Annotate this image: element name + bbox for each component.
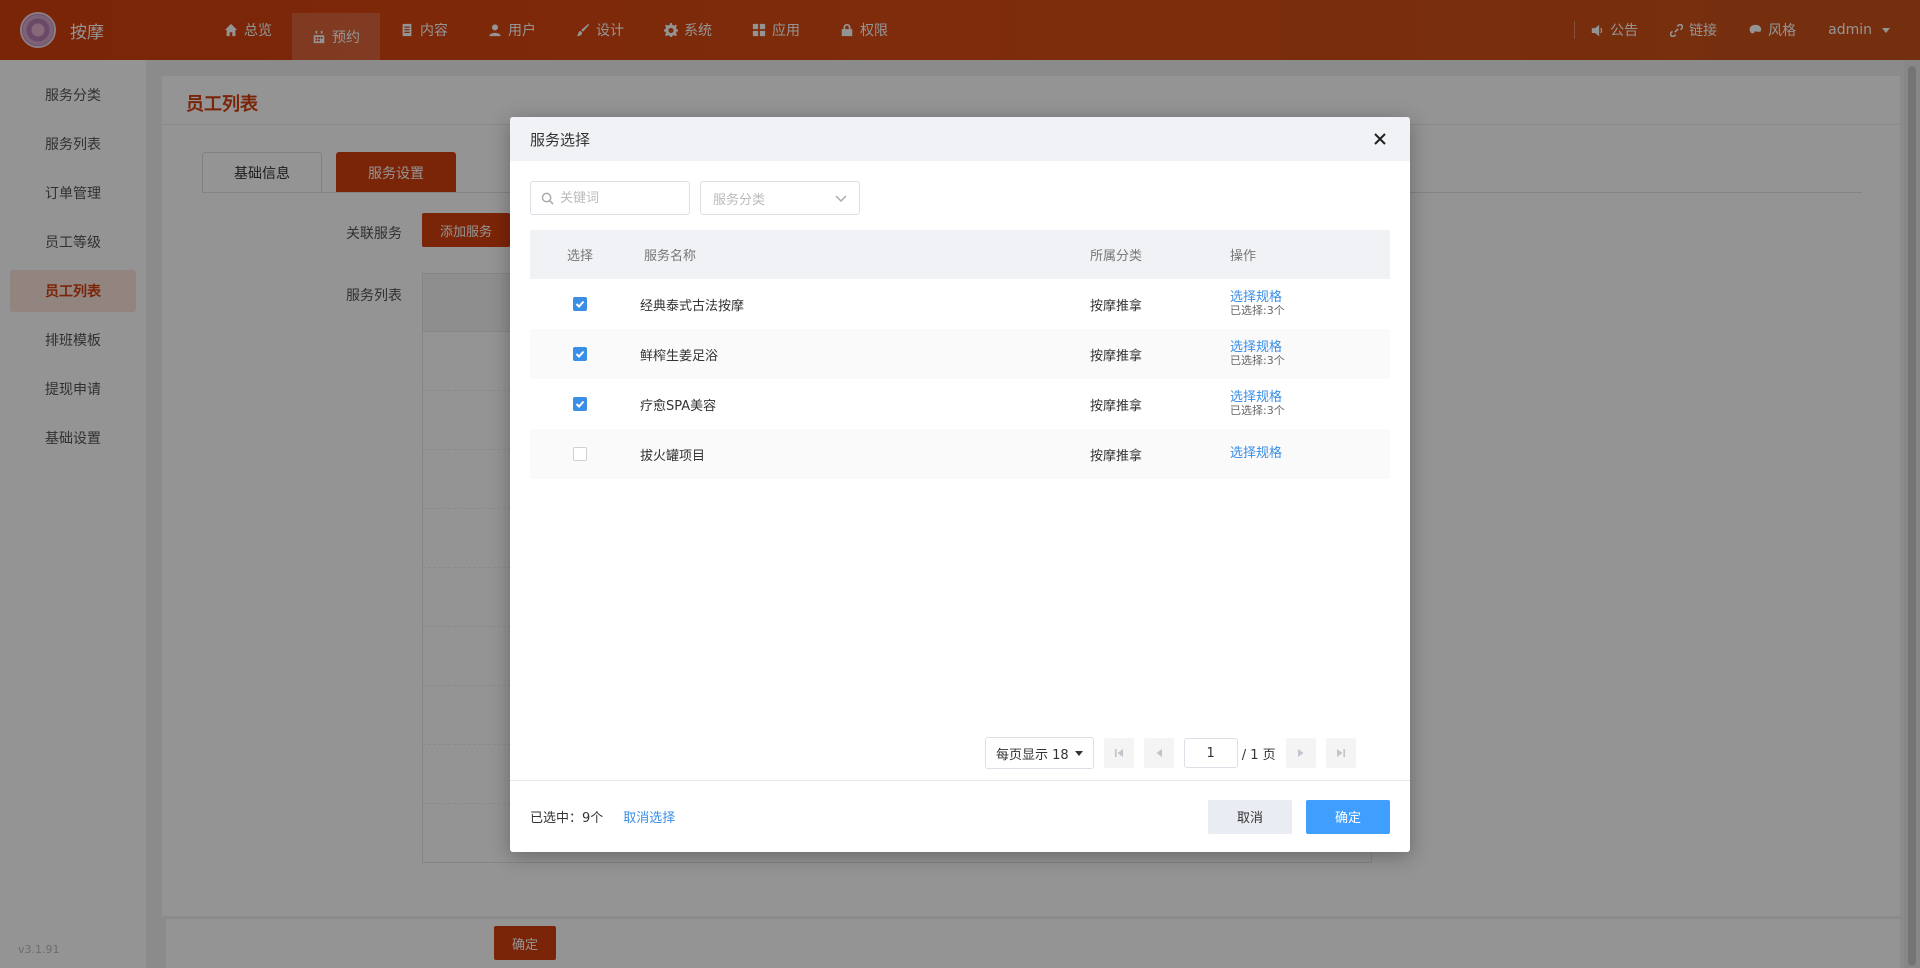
dialog-header: 服务选择 [510,117,1410,161]
select-spec-link[interactable]: 选择规格 [1230,291,1390,305]
select-spec-link[interactable]: 选择规格 [1230,341,1390,355]
selected-spec-count: 已选择:3个 [1230,304,1285,317]
list-row: 鲜榨生姜足浴 按摩推拿 选择规格 已选择:3个 [530,329,1390,379]
prev-page-button[interactable] [1143,738,1174,768]
category-select[interactable]: 服务分类 [700,181,860,215]
service-name: 拔火罐项目 [640,448,706,464]
service-category: 按摩推拿 [1090,398,1143,414]
service-name: 疗愈SPA美容 [640,398,717,414]
close-button[interactable] [1370,129,1390,149]
clear-selection-link[interactable]: 取消选择 [623,807,675,826]
list-row: 经典泰式古法按摩 按摩推拿 选择规格 已选择:3个 [530,279,1390,329]
row-checkbox[interactable] [573,447,587,461]
column-header-action: 操作 [1230,249,1257,264]
select-spec-link[interactable]: 选择规格 [1230,391,1390,405]
service-category: 按摩推拿 [1090,448,1143,464]
service-name: 鲜榨生姜足浴 [640,348,719,364]
ok-button[interactable]: 确定 [1306,799,1390,834]
column-header-category: 所属分类 [1090,249,1143,264]
selected-spec-count: 已选择:3个 [1230,404,1285,417]
page-number-input[interactable] [1183,738,1238,768]
service-category: 按摩推拿 [1090,298,1143,314]
filter-bar: 服务分类 [530,181,860,215]
pagination: 每页显示 18 / 1 页 [985,737,1356,769]
list-header: 选择 服务名称 所属分类 操作 [530,230,1390,279]
keyword-search-input[interactable] [560,190,680,206]
select-spec-link[interactable]: 选择规格 [1230,447,1390,461]
row-checkbox[interactable] [573,397,587,411]
selected-spec-count: 已选择:3个 [1230,354,1285,367]
service-select-dialog: 服务选择 服务分类 选择 服务名称 所属分类 操作 经典泰式古法按摩 按摩推拿 … [510,117,1410,852]
column-header-name: 服务名称 [644,249,697,264]
service-category: 按摩推拿 [1090,348,1143,364]
total-pages-label: / 1 页 [1241,747,1276,763]
service-list: 选择 服务名称 所属分类 操作 经典泰式古法按摩 按摩推拿 选择规格 已选择:3… [530,230,1390,479]
search-box [530,181,690,215]
next-page-icon [1297,749,1304,757]
list-row: 疗愈SPA美容 按摩推拿 选择规格 已选择:3个 [530,379,1390,429]
dialog-footer: 已选中：9个 取消选择 取消 确定 [510,780,1410,852]
next-page-button[interactable] [1285,738,1316,768]
close-icon [1374,133,1386,145]
page-size-select[interactable]: 每页显示 18 [985,737,1094,769]
last-page-button[interactable] [1325,738,1356,768]
last-page-icon [1336,749,1345,757]
first-page-button[interactable] [1103,738,1134,768]
cancel-button[interactable]: 取消 [1208,799,1292,834]
check-icon [575,400,585,408]
check-icon [575,300,585,308]
check-icon [575,350,585,358]
list-row: 拔火罐项目 按摩推拿 选择规格 [530,429,1390,479]
column-header-select: 选择 [566,249,593,264]
dialog-title: 服务选择 [530,130,591,149]
chevron-down-icon [835,195,847,203]
caret-down-icon [1074,750,1083,756]
category-select-placeholder: 服务分类 [713,192,766,208]
page-size-label: 每页显示 18 [996,747,1069,763]
row-checkbox[interactable] [573,297,587,311]
search-icon [541,192,554,205]
first-page-icon [1114,749,1123,757]
row-checkbox[interactable] [573,347,587,361]
service-name: 经典泰式古法按摩 [640,298,745,314]
prev-page-icon [1156,749,1162,757]
selected-count: 已选中：9个 [530,811,604,826]
